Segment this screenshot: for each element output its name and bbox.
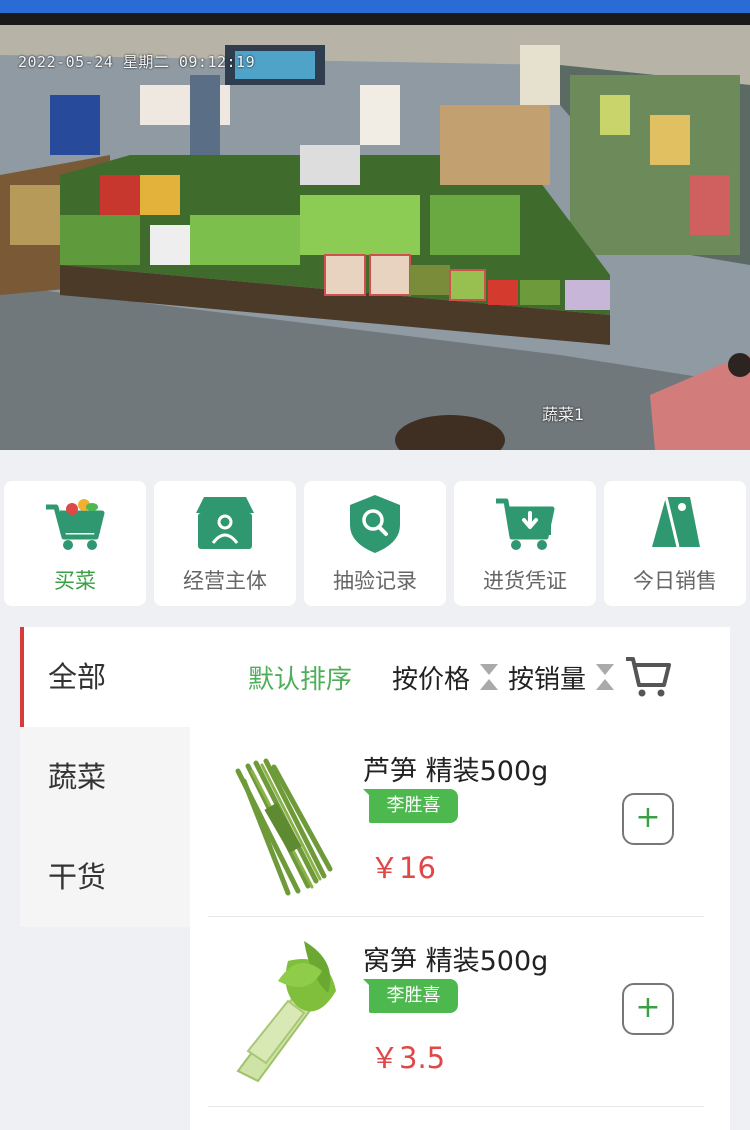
quick-menu-bar: 买菜 经营主体 抽验记录 进货凭证 今日销售 bbox=[0, 463, 750, 623]
category-sidebar-filler bbox=[20, 927, 190, 1130]
category-all[interactable]: 全部 bbox=[20, 627, 190, 727]
cart-icon[interactable] bbox=[624, 655, 672, 699]
top-status-strip bbox=[0, 0, 750, 13]
sort-default[interactable]: 默认排序 bbox=[248, 659, 352, 696]
add-to-cart-button[interactable]: + bbox=[622, 983, 674, 1035]
menu-label: 进货凭证 bbox=[483, 569, 567, 593]
category-vegetables[interactable]: 蔬菜 bbox=[20, 727, 190, 827]
sort-by-price[interactable]: 按价格 bbox=[392, 659, 470, 696]
vendor-badge[interactable]: 李胜喜 bbox=[363, 979, 458, 1015]
product-price: ￥3.5 bbox=[370, 1041, 446, 1075]
product-price: ￥16 bbox=[370, 851, 436, 885]
video-timestamp: 2022-05-24 星期二 09:12:19 bbox=[18, 53, 256, 71]
menu-business-entity[interactable]: 经营主体 bbox=[154, 481, 296, 606]
menu-buy-vegetables[interactable]: 买菜 bbox=[4, 481, 146, 606]
menu-today-sales[interactable]: 今日销售 bbox=[604, 481, 746, 606]
market-stall-camera-image bbox=[0, 25, 750, 450]
product-name: 窝笋 精装500g bbox=[363, 946, 549, 977]
product-item[interactable]: 芦笋 精装500g 李胜喜 ￥16 + bbox=[208, 727, 704, 917]
product-panel: 全部 蔬菜 干货 默认排序 按价格 按销量 芦笋 精装500g 李胜喜 ￥16 … bbox=[20, 627, 730, 1130]
menu-label: 买菜 bbox=[54, 569, 96, 593]
cart-download-icon bbox=[496, 498, 555, 550]
sort-arrows-icon bbox=[480, 664, 498, 690]
camera-label: 蔬菜1 bbox=[542, 405, 585, 424]
sort-bar: 默认排序 按价格 按销量 bbox=[190, 627, 730, 727]
celtuce-image bbox=[218, 931, 348, 1091]
menu-label: 今日销售 bbox=[633, 569, 717, 593]
category-dry-goods[interactable]: 干货 bbox=[20, 827, 190, 927]
asparagus-image bbox=[218, 741, 348, 901]
vendor-name: 李胜喜 bbox=[369, 979, 458, 1013]
vendor-badge[interactable]: 李胜喜 bbox=[363, 789, 458, 825]
menu-inspection-records[interactable]: 抽验记录 bbox=[304, 481, 446, 606]
add-to-cart-button[interactable]: + bbox=[622, 793, 674, 845]
sort-arrows-icon bbox=[596, 664, 614, 690]
price-tag-icon bbox=[652, 496, 700, 548]
menu-label: 抽验记录 bbox=[333, 569, 417, 593]
menu-purchase-vouchers[interactable]: 进货凭证 bbox=[454, 481, 596, 606]
vendor-name: 李胜喜 bbox=[369, 789, 458, 823]
menu-label: 经营主体 bbox=[183, 569, 267, 593]
product-item[interactable]: 窝笋 精装500g 李胜喜 ￥3.5 + bbox=[208, 917, 704, 1107]
camera-video-feed[interactable]: 2022-05-24 星期二 09:12:19 蔬菜1 bbox=[0, 13, 750, 450]
sort-by-sales[interactable]: 按销量 bbox=[508, 659, 586, 696]
shopping-cart-vegetables-icon bbox=[46, 499, 105, 550]
storefront-person-icon bbox=[196, 497, 254, 549]
category-sidebar: 全部 蔬菜 干货 bbox=[20, 627, 190, 927]
shield-search-icon bbox=[350, 495, 400, 553]
product-name: 芦笋 精装500g bbox=[363, 756, 549, 787]
